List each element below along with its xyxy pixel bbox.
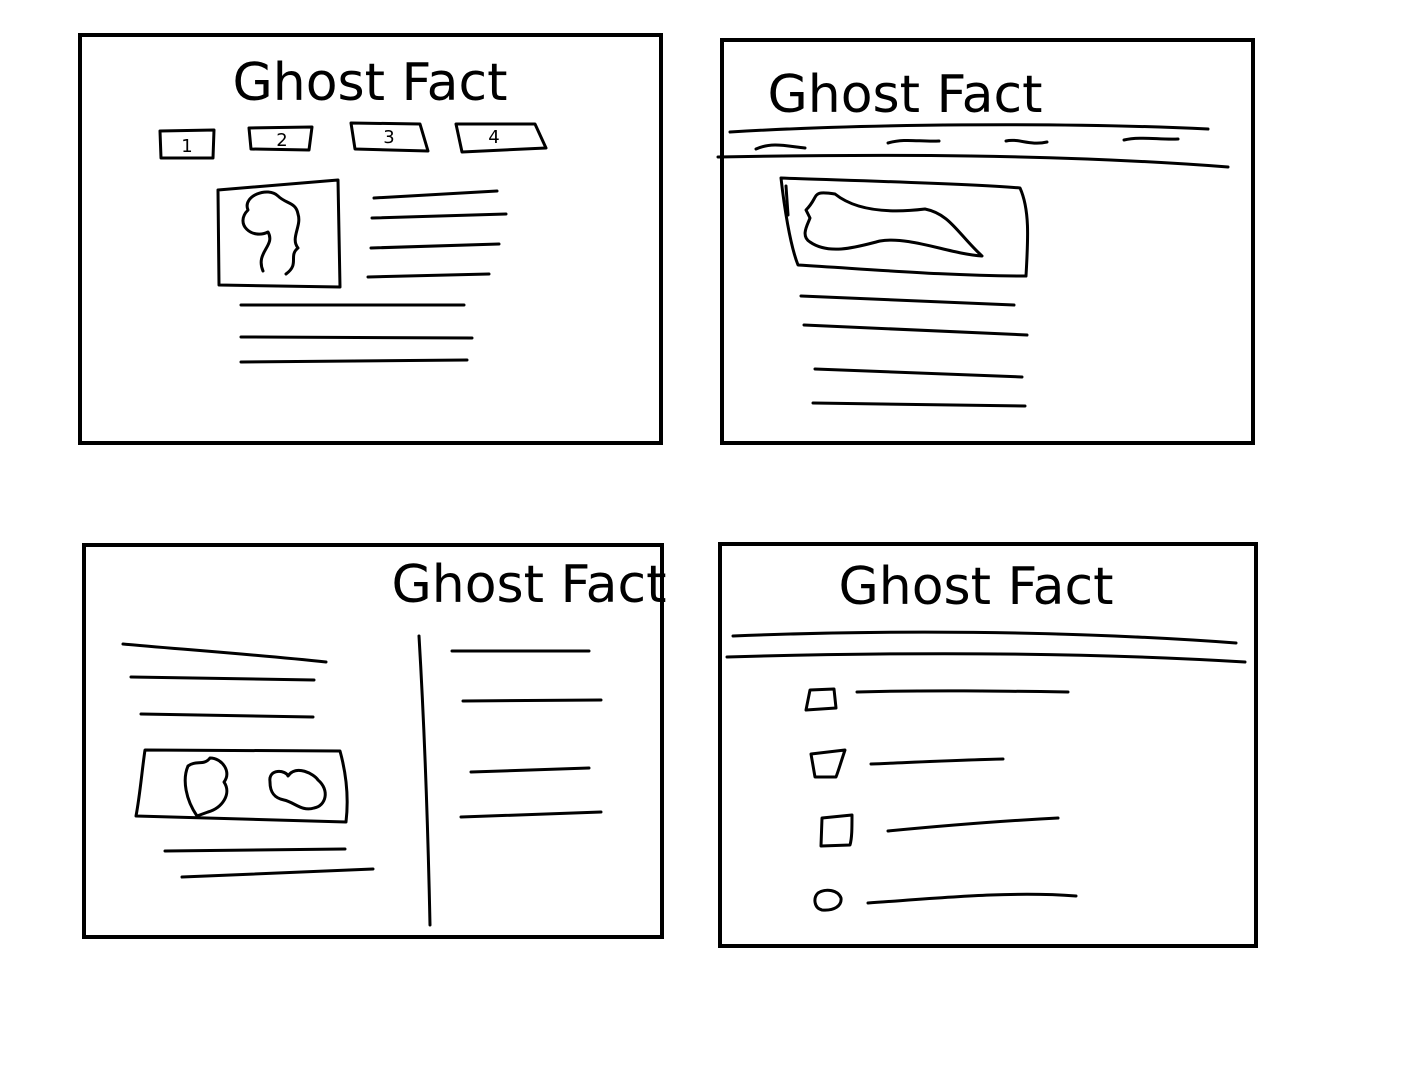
ghost-icon (803, 191, 984, 258)
nav-link-3[interactable] (1004, 138, 1049, 145)
text-lines (799, 294, 1029, 408)
wireframe-2: Ghost Fact (716, 38, 1255, 445)
main-column (121, 642, 375, 879)
panel-3-title: Ghost Fact (391, 555, 666, 615)
checklist (804, 687, 1078, 912)
tab-2-label: 2 (276, 130, 287, 151)
tab-4-label: 4 (488, 127, 499, 148)
tab-4[interactable]: 4 (454, 122, 548, 154)
tab-2[interactable]: 2 (247, 125, 314, 152)
list-item[interactable] (819, 813, 1060, 848)
ghost-icon (183, 756, 229, 818)
list-item[interactable] (804, 687, 1070, 712)
ghost-icon (241, 190, 301, 276)
wireframe-4: Ghost Fact (718, 542, 1258, 948)
panel-4-title: Ghost Fact (838, 557, 1113, 617)
wireframe-sketches: Ghost Fact 1 2 3 4 Ghost Fact Ghost Fact… (78, 33, 1258, 948)
side-column (450, 649, 603, 819)
text-lines (239, 189, 508, 364)
checkbox[interactable] (813, 888, 843, 912)
image-placeholder (134, 748, 349, 824)
panel-1-title: Ghost Fact (232, 53, 507, 113)
nav-link-4[interactable] (1122, 136, 1180, 142)
nav-link-2[interactable] (886, 138, 941, 145)
panel-2-title: Ghost Fact (767, 65, 1042, 125)
tab-1-label: 1 (181, 136, 192, 157)
column-divider (417, 634, 432, 927)
wireframe-3: Ghost Fact (82, 543, 667, 939)
tab-1[interactable]: 1 (158, 128, 216, 160)
tab-3-label: 3 (383, 127, 394, 148)
list-item[interactable] (809, 748, 1005, 779)
image-placeholder (779, 176, 1030, 278)
tab-3[interactable]: 3 (349, 121, 430, 153)
checkbox[interactable] (819, 813, 854, 848)
image-placeholder (216, 178, 342, 289)
checkbox[interactable] (804, 687, 838, 712)
checkbox[interactable] (809, 748, 847, 779)
ghost-icon-2 (268, 768, 327, 811)
tab-bar: 1 2 3 4 (158, 121, 548, 160)
nav-bar (716, 123, 1230, 169)
nav-link-1[interactable] (754, 143, 807, 151)
header-divider (725, 630, 1247, 664)
wireframe-1: Ghost Fact 1 2 3 4 (78, 33, 663, 445)
list-item[interactable] (813, 888, 1078, 912)
